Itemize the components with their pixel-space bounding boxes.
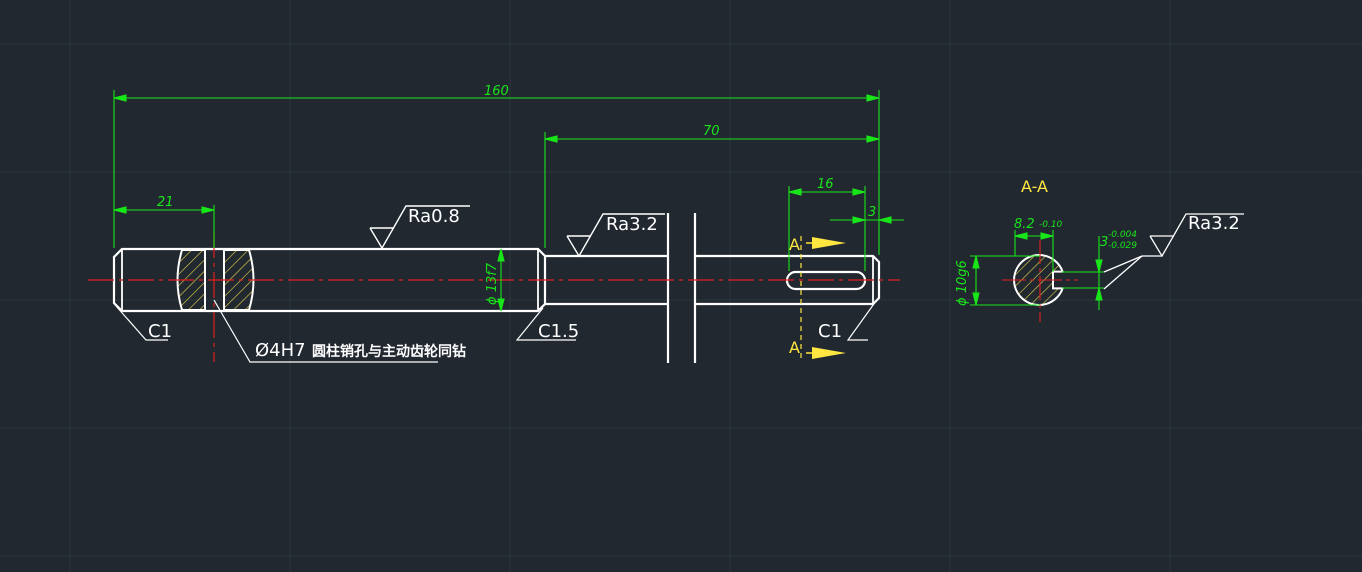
dim-keyway-depth: 8.2	[1014, 217, 1035, 232]
chamfer-right-label: C1	[818, 321, 842, 342]
dim-tail-length: 70	[703, 124, 720, 139]
dimension-texts: 160 70 21 16 3 ϕ 13f7	[157, 84, 876, 305]
roughness-main-label: Ra0.8	[408, 206, 460, 227]
shaft-drawing: 160 70 21 16 3 ϕ 13f7 Ra0.8 Ra3.2 C1 C1.…	[0, 0, 1362, 572]
dim-overall-length: 160	[484, 84, 509, 99]
dim-keyway-length: 16	[817, 177, 834, 192]
chamfer-left-label: C1	[148, 321, 172, 342]
cad-viewport[interactable]: 160 70 21 16 3 ϕ 13f7 Ra0.8 Ra3.2 C1 C1.…	[0, 0, 1362, 572]
roughness-tail-label: Ra3.2	[606, 214, 658, 235]
chamfer-shoulder-label: C1.5	[538, 321, 579, 342]
dim-main-diameter: ϕ 13f7	[485, 262, 500, 305]
dim-keyway-width-tol-lower: -0.029	[1108, 241, 1137, 251]
section-mark-top: A	[789, 235, 800, 254]
section-title: A-A	[1021, 177, 1048, 196]
section-mark-bottom: A	[789, 338, 800, 357]
dim-hole-offset: 21	[157, 195, 174, 210]
pin-hole-note: 圆柱销孔与主动齿轮同钻	[312, 343, 466, 360]
dim-keyway-width-tol-upper: -0.004	[1108, 230, 1137, 240]
roughness-section-label: Ra3.2	[1188, 213, 1240, 234]
dim-section-diameter: ϕ 10g6	[955, 260, 970, 306]
dim-keyway-depth-tol: -0.10	[1039, 220, 1063, 230]
pin-hole-size: Ø4H7	[255, 340, 306, 361]
dim-keyway-end-offset: 3	[868, 205, 876, 220]
